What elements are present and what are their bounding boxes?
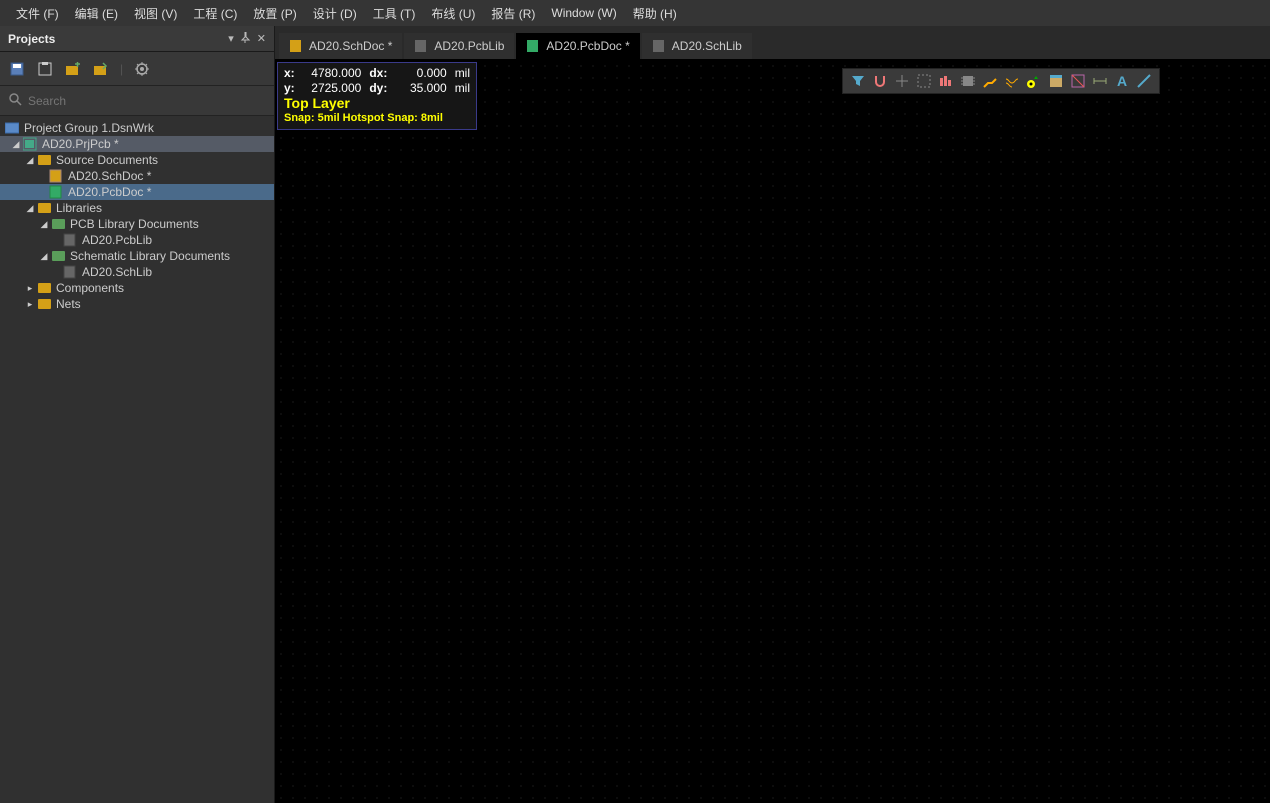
component-icon[interactable] bbox=[959, 72, 977, 90]
tree-schlib-label: AD20.SchLib bbox=[82, 265, 152, 279]
select-rect-icon[interactable] bbox=[915, 72, 933, 90]
menubar: 文件 (F) 编辑 (E) 视图 (V) 工程 (C) 放置 (P) 设计 (D… bbox=[0, 0, 1270, 26]
menu-report[interactable]: 报告 (R) bbox=[483, 1, 543, 26]
menu-window[interactable]: Window (W) bbox=[543, 2, 624, 24]
panel-title: Projects bbox=[8, 32, 55, 46]
align-icon[interactable] bbox=[937, 72, 955, 90]
menu-project[interactable]: 工程 (C) bbox=[185, 1, 245, 26]
menu-help[interactable]: 帮助 (H) bbox=[625, 1, 685, 26]
panel-toolbar: | bbox=[0, 52, 274, 86]
tree-source-docs[interactable]: ◢ Source Documents bbox=[0, 152, 274, 168]
text-icon[interactable]: A bbox=[1113, 72, 1131, 90]
panel-pin-icon[interactable] bbox=[240, 32, 251, 46]
tree-pcbdoc[interactable]: AD20.PcbDoc * bbox=[0, 184, 274, 200]
tree-libraries[interactable]: ◢ Libraries bbox=[0, 200, 274, 216]
crosshair-icon[interactable] bbox=[893, 72, 911, 90]
tab-pcbdoc[interactable]: AD20.PcbDoc * bbox=[516, 33, 639, 59]
tree-nets-label: Nets bbox=[56, 297, 81, 311]
line-icon[interactable] bbox=[1135, 72, 1153, 90]
tree-root-label: Project Group 1.DsnWrk bbox=[24, 121, 154, 135]
projects-panel: Projects ▾ ✕ | Project Group 1.DsnWrk bbox=[0, 26, 275, 803]
tab-schlib[interactable]: AD20.SchLib bbox=[642, 33, 752, 59]
project-tree[interactable]: Project Group 1.DsnWrk ◢ AD20.PrjPcb * ◢… bbox=[0, 116, 274, 803]
add-folder-icon[interactable] bbox=[64, 60, 82, 78]
polygon-icon[interactable] bbox=[1047, 72, 1065, 90]
tree-libraries-label: Libraries bbox=[56, 201, 102, 215]
open-folder-icon[interactable] bbox=[92, 60, 110, 78]
tree-nets[interactable]: ▸ Nets bbox=[0, 296, 274, 312]
search-input[interactable] bbox=[28, 94, 266, 108]
menu-route[interactable]: 布线 (U) bbox=[423, 1, 483, 26]
tree-sch-lib-docs[interactable]: ◢ Schematic Library Documents bbox=[0, 248, 274, 264]
tree-sch-lib-docs-label: Schematic Library Documents bbox=[70, 249, 230, 263]
menu-edit[interactable]: 编辑 (E) bbox=[67, 1, 126, 26]
compile-icon[interactable] bbox=[36, 60, 54, 78]
schematic-icon bbox=[289, 39, 303, 53]
tree-components-label: Components bbox=[56, 281, 124, 295]
keepout-icon[interactable] bbox=[1069, 72, 1087, 90]
menu-file[interactable]: 文件 (F) bbox=[8, 1, 67, 26]
tree-root[interactable]: Project Group 1.DsnWrk bbox=[0, 120, 274, 136]
tree-pcbdoc-label: AD20.PcbDoc * bbox=[68, 185, 151, 199]
tab-pcblib[interactable]: AD20.PcbLib bbox=[404, 33, 514, 59]
document-tabs: AD20.SchDoc * AD20.PcbLib AD20.PcbDoc * … bbox=[275, 26, 1270, 60]
drawing-toolbar: A bbox=[842, 68, 1160, 94]
menu-tools[interactable]: 工具 (T) bbox=[365, 1, 424, 26]
tree-pcblib-label: AD20.PcbLib bbox=[82, 233, 152, 247]
filter-icon[interactable] bbox=[849, 72, 867, 90]
tab-pcbdoc-label: AD20.PcbDoc * bbox=[546, 39, 629, 53]
tree-schdoc-label: AD20.SchDoc * bbox=[68, 169, 151, 183]
tree-components[interactable]: ▸ Components bbox=[0, 280, 274, 296]
tab-schdoc[interactable]: AD20.SchDoc * bbox=[279, 33, 402, 59]
panel-close-icon[interactable]: ✕ bbox=[257, 32, 266, 45]
tree-source-docs-label: Source Documents bbox=[56, 153, 158, 167]
pcblib-icon bbox=[414, 39, 428, 53]
tab-schlib-label: AD20.SchLib bbox=[672, 39, 742, 53]
menu-place[interactable]: 放置 (P) bbox=[245, 1, 304, 26]
gear-icon[interactable] bbox=[133, 60, 151, 78]
via-icon[interactable] bbox=[1025, 72, 1043, 90]
dimension-icon[interactable] bbox=[1091, 72, 1109, 90]
tree-project[interactable]: ◢ AD20.PrjPcb * bbox=[0, 136, 274, 152]
snap-icon[interactable] bbox=[871, 72, 889, 90]
pcb-layout: C2 C1 C3 R1 bbox=[275, 60, 575, 210]
diffpair-icon[interactable] bbox=[1003, 72, 1021, 90]
tree-schdoc[interactable]: AD20.SchDoc * bbox=[0, 168, 274, 184]
search-icon bbox=[8, 92, 22, 109]
menu-view[interactable]: 视图 (V) bbox=[126, 1, 185, 26]
tree-project-label: AD20.PrjPcb * bbox=[42, 137, 119, 151]
pcb-canvas[interactable]: x:4780.000dx:0.000mil y:2725.000dy:35.00… bbox=[275, 60, 1270, 803]
route-icon[interactable] bbox=[981, 72, 999, 90]
save-icon[interactable] bbox=[8, 60, 26, 78]
tree-schlib[interactable]: AD20.SchLib bbox=[0, 264, 274, 280]
menu-design[interactable]: 设计 (D) bbox=[305, 1, 365, 26]
panel-menu-icon[interactable]: ▾ bbox=[228, 32, 234, 45]
schlib-icon bbox=[652, 39, 666, 53]
pcbdoc-icon bbox=[526, 39, 540, 53]
tree-pcblib[interactable]: AD20.PcbLib bbox=[0, 232, 274, 248]
tree-pcb-lib-docs-label: PCB Library Documents bbox=[70, 217, 199, 231]
tab-schdoc-label: AD20.SchDoc * bbox=[309, 39, 392, 53]
tab-pcblib-label: AD20.PcbLib bbox=[434, 39, 504, 53]
tree-pcb-lib-docs[interactable]: ◢ PCB Library Documents bbox=[0, 216, 274, 232]
